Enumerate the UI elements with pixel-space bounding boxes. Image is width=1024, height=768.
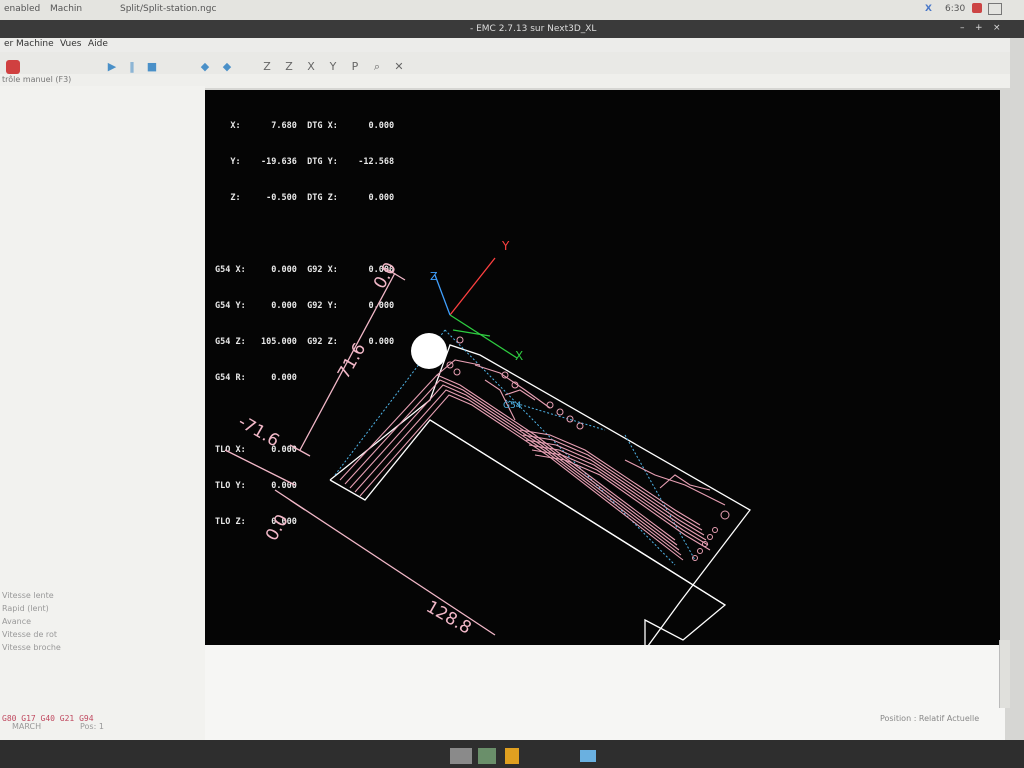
rotate-icon[interactable]: ✕ <box>392 60 406 74</box>
files-icon[interactable] <box>580 750 596 762</box>
power-icon[interactable] <box>6 60 20 74</box>
menu-item-view[interactable]: Vues <box>60 39 81 49</box>
view-z2-icon[interactable]: Z <box>282 60 296 74</box>
panel-label-spindle: Vitesse broche <box>2 643 61 652</box>
view-y-icon[interactable]: Y <box>326 60 340 74</box>
position-mode-label: Position : Relatif Actuelle <box>880 714 980 723</box>
close-icon[interactable]: × <box>993 23 1001 33</box>
minimize-icon[interactable]: – <box>960 23 965 33</box>
x-icon[interactable]: X <box>925 4 932 14</box>
panel-label-feed: Avance <box>2 617 32 626</box>
dimension-lines <box>224 267 496 636</box>
view-x-icon[interactable]: X <box>304 60 318 74</box>
board-outline <box>329 344 751 645</box>
system-top-bar: enabled Machin Split/Split-station.ngc X… <box>0 0 1024 20</box>
view-z-icon[interactable]: Z <box>260 60 274 74</box>
dim-label-neg: -71.6 <box>235 412 283 451</box>
toolpath-preview[interactable]: X: 7.680 DTG X: 0.000 Y: -19.636 DTG Y: … <box>205 90 1000 645</box>
zoom-icon[interactable]: ⌕ <box>370 60 384 74</box>
gcode-scrollbar[interactable] <box>999 640 1010 708</box>
pause-icon[interactable]: ‖ <box>125 60 139 74</box>
view-p-icon[interactable]: P <box>348 60 362 74</box>
dim-label-top: 0.0 <box>370 259 401 292</box>
menu-item-help[interactable]: Aide <box>88 39 108 49</box>
window-title: - EMC 2.7.13 sur Next3D_XL <box>470 24 597 34</box>
y-axis-label: Y <box>501 239 510 253</box>
tool-position-marker <box>411 333 447 369</box>
panel-label-slow-jog: Vitesse lente <box>2 591 54 600</box>
board-edge <box>429 419 726 606</box>
window-title-bar: - EMC 2.7.13 sur Next3D_XL – + × <box>0 20 1024 38</box>
machine-state: MARCH <box>12 722 42 731</box>
panel-label-rapid: Rapid (lent) <box>2 604 49 613</box>
play-icon[interactable]: ▶ <box>105 60 119 74</box>
stop-icon[interactable]: ■ <box>145 60 159 74</box>
taskbar <box>0 740 1024 768</box>
panel-label-rot-speed: Vitesse de rot <box>2 630 58 639</box>
menu-item-machine[interactable]: Machine <box>16 39 54 49</box>
plot-svg: 0.0 71.6 -71.6 0.0 128.8 Y Z X G54 <box>224 239 751 645</box>
x-axis-line-2 <box>452 329 491 337</box>
maximize-icon[interactable]: + <box>975 23 983 33</box>
app-launcher-item[interactable]: Machin <box>50 4 82 14</box>
tab-manual-control[interactable]: trôle manuel (F3) <box>2 75 71 84</box>
dim-label-width: 128.8 <box>423 597 475 639</box>
y-axis-line <box>449 257 496 316</box>
left-panel: Vitesse lente Rapid (lent) Avance Vitess… <box>0 86 205 740</box>
clock: 6:30 <box>945 4 966 14</box>
dim-label-height: 71.6 <box>334 340 370 383</box>
terminal-icon[interactable] <box>478 748 496 764</box>
x-axis-label: X <box>515 349 523 363</box>
toolbar: ▶ ‖ ■ ◆ ◆ Z Z X Y P ⌕ ✕ <box>0 52 1010 75</box>
jog-icon[interactable]: ◆ <box>220 60 234 74</box>
menu-item-file[interactable]: er <box>4 39 13 49</box>
system-left-text: enabled <box>4 4 41 14</box>
z-axis-label: Z <box>430 270 438 283</box>
line-number: Pos: 1 <box>80 722 104 731</box>
dim-label-origin: 0.0 <box>262 511 293 544</box>
taskbar-item-file[interactable]: Split/Split-station.ngc <box>120 4 216 14</box>
x-axis-line <box>449 314 518 359</box>
pcb-pads <box>446 336 730 561</box>
taskbar-window-icon[interactable] <box>450 748 472 764</box>
folder-icon[interactable] <box>505 748 519 764</box>
g54-label: G54 <box>503 401 522 411</box>
menu-bar: er Machine Vues Aide <box>0 38 1010 52</box>
window-icon <box>988 3 1002 15</box>
status-bar: Position : Relatif Actuelle MARCH Pos: 1 <box>0 712 1010 740</box>
step-icon[interactable]: ◆ <box>198 60 212 74</box>
battery-icon <box>972 3 982 13</box>
